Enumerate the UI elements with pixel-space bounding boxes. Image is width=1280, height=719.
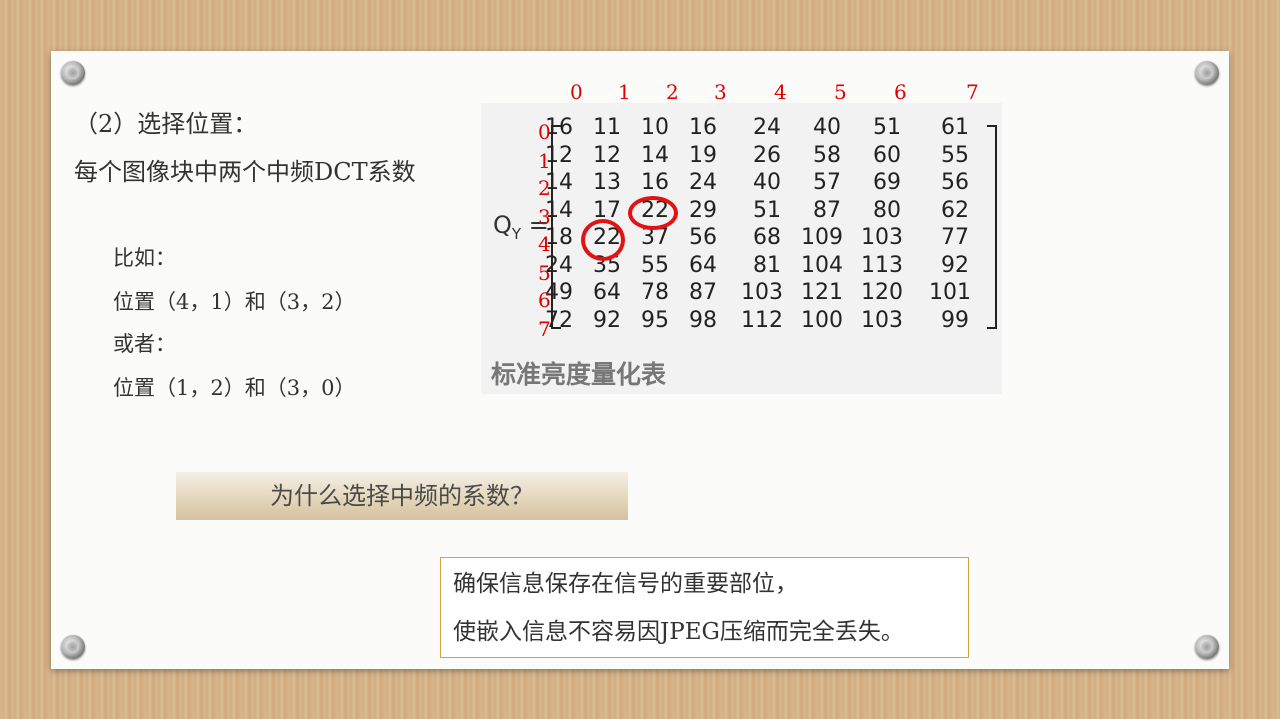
highlight-circle — [581, 219, 625, 261]
matrix-cell: 112 — [741, 308, 783, 333]
matrix-cell: 12 — [593, 143, 621, 168]
answer-line-2: 使嵌入信息不容易因JPEG压缩而完全丢失。 — [453, 619, 904, 645]
matrix-cell: 92 — [593, 308, 621, 333]
table-caption: 标准亮度量化表 — [491, 360, 667, 389]
row-index: 6 — [538, 288, 551, 312]
matrix-cell: 14 — [641, 143, 669, 168]
row-index: 2 — [538, 176, 551, 200]
highlight-circle — [628, 196, 678, 230]
matrix-cell: 109 — [801, 225, 843, 250]
matrix-cell: 11 — [593, 115, 621, 140]
matrix-cell: 120 — [861, 280, 903, 305]
matrix-cell: 103 — [861, 308, 903, 333]
matrix-cell: 64 — [593, 280, 621, 305]
matrix-cell: 24 — [753, 115, 781, 140]
matrix-cell: 98 — [689, 308, 717, 333]
matrix-cell: 68 — [753, 225, 781, 250]
matrix-cell: 51 — [873, 115, 901, 140]
or-label: 或者： — [113, 332, 176, 356]
pin-icon — [61, 61, 85, 85]
matrix-cell: 87 — [813, 198, 841, 223]
matrix-cell: 78 — [641, 280, 669, 305]
matrix-cell: 16 — [641, 170, 669, 195]
matrix-cell: 69 — [873, 170, 901, 195]
question-banner: 为什么选择中频的系数？ — [176, 472, 628, 520]
matrix-cell: 58 — [813, 143, 841, 168]
section-title: （2）选择位置： — [74, 110, 258, 138]
matrix-cell: 56 — [941, 170, 969, 195]
row-index: 4 — [538, 232, 551, 256]
column-index: 3 — [714, 80, 727, 104]
matrix-cell: 51 — [753, 198, 781, 223]
column-index: 1 — [618, 80, 631, 104]
row-index: 7 — [538, 316, 551, 341]
matrix-right-bracket — [987, 125, 997, 329]
column-index: 2 — [666, 80, 679, 104]
matrix-cell: 24 — [689, 170, 717, 195]
matrix-cell: 29 — [689, 198, 717, 223]
row-index: 1 — [538, 148, 551, 173]
matrix-cell: 55 — [641, 253, 669, 278]
matrix-cell: 80 — [873, 198, 901, 223]
matrix-cell: 62 — [941, 198, 969, 223]
matrix-cell: 103 — [861, 225, 903, 250]
column-index: 5 — [834, 80, 847, 104]
column-index: 0 — [570, 80, 583, 104]
column-index: 7 — [966, 80, 979, 104]
column-index: 4 — [774, 80, 787, 104]
matrix-cell: 92 — [941, 253, 969, 278]
matrix-cell: 61 — [941, 115, 969, 140]
matrix-cell: 60 — [873, 143, 901, 168]
matrix-cell: 19 — [689, 143, 717, 168]
matrix-cell: 40 — [813, 115, 841, 140]
matrix-cell: 100 — [801, 308, 843, 333]
pin-icon — [1195, 61, 1219, 85]
matrix-cell: 13 — [593, 170, 621, 195]
matrix-cell: 87 — [689, 280, 717, 305]
matrix-cell: 10 — [641, 115, 669, 140]
pin-icon — [1195, 635, 1219, 659]
example-position-1: 位置（4，1）和（3，2） — [113, 290, 356, 314]
matrix-cell: 81 — [753, 253, 781, 278]
row-index: 0 — [538, 120, 551, 144]
matrix-cell: 95 — [641, 308, 669, 333]
section-subtitle: 每个图像块中两个中频DCT系数 — [74, 158, 416, 186]
matrix-cell: 56 — [689, 225, 717, 250]
matrix-cell: 121 — [801, 280, 843, 305]
matrix-cell: 77 — [941, 225, 969, 250]
matrix-cell: 101 — [929, 280, 971, 305]
matrix-cell: 113 — [861, 253, 903, 278]
matrix-cell: 26 — [753, 143, 781, 168]
example-label: 比如： — [113, 246, 176, 270]
quantization-table: QY = 标准亮度量化表 16 11 10 16 24 40 51 61 12 12 14 19 26 5… — [481, 103, 1002, 394]
column-index: 6 — [894, 80, 907, 104]
matrix-cell: 16 — [689, 115, 717, 140]
matrix-cell: 64 — [689, 253, 717, 278]
matrix-cell: 104 — [801, 253, 843, 278]
pin-icon — [61, 635, 85, 659]
example-position-2: 位置（1，2）和（3，0） — [113, 376, 356, 400]
matrix-cell: 55 — [941, 143, 969, 168]
matrix-cell: 99 — [941, 308, 969, 333]
matrix-cell: 57 — [813, 170, 841, 195]
row-index: 5 — [538, 260, 551, 285]
matrix-cell: 103 — [741, 280, 783, 305]
row-index: 3 — [538, 204, 551, 229]
answer-line-1: 确保信息保存在信号的重要部位， — [453, 571, 798, 597]
answer-box: 确保信息保存在信号的重要部位， 使嵌入信息不容易因JPEG压缩而完全丢失。 — [440, 557, 969, 658]
matrix-cell: 40 — [753, 170, 781, 195]
